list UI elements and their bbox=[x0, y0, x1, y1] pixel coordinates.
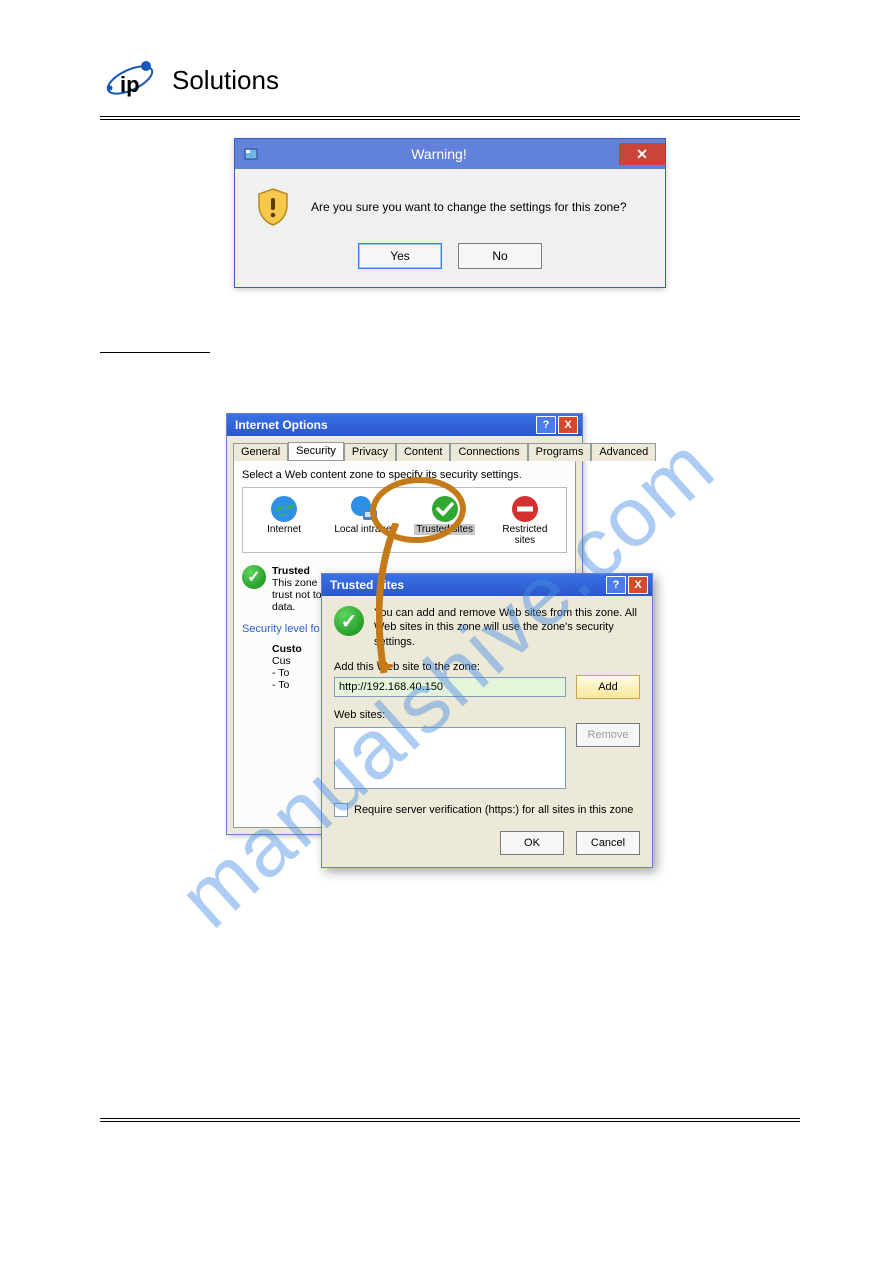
custom-heading: Custo bbox=[272, 643, 302, 655]
trusted-desc-2: trust not to bbox=[272, 589, 322, 601]
intranet-icon bbox=[349, 494, 379, 524]
ts-help-button[interactable]: ? bbox=[606, 576, 626, 594]
warning-message: Are you sure you want to change the sett… bbox=[311, 200, 627, 214]
zone-restricted[interactable]: Restricted sites bbox=[494, 494, 556, 546]
ts-add-button[interactable]: Add bbox=[576, 675, 640, 699]
titlebar-app-icon bbox=[243, 146, 259, 162]
zone-intranet[interactable]: Local intranet bbox=[333, 494, 395, 546]
trusted-desc-1: This zone bbox=[272, 577, 318, 589]
io-help-button[interactable]: ? bbox=[536, 416, 556, 434]
tab-connections[interactable]: Connections bbox=[450, 443, 527, 461]
close-icon: X bbox=[634, 579, 641, 591]
warning-close-button[interactable]: ✕ bbox=[619, 143, 665, 165]
ts-cancel-button-label: Cancel bbox=[591, 837, 625, 849]
ts-intro-text: You can add and remove Web sites from th… bbox=[374, 606, 640, 649]
ts-add-label: Add this Web site to the zone: bbox=[334, 661, 640, 673]
warning-shield-icon bbox=[255, 187, 291, 227]
tab-content[interactable]: Content bbox=[396, 443, 451, 461]
ts-remove-button: Remove bbox=[576, 723, 640, 747]
warning-dialog: Warning! ✕ Are you sure you want to chan… bbox=[234, 138, 666, 288]
io-titlebar: Internet Options ? X bbox=[227, 414, 582, 436]
ts-ok-button[interactable]: OK bbox=[500, 831, 564, 855]
footer-rule bbox=[100, 1118, 800, 1122]
close-icon: X bbox=[564, 419, 571, 431]
help-icon: ? bbox=[613, 579, 620, 591]
ip-logo-icon: ip bbox=[100, 50, 160, 110]
close-icon: ✕ bbox=[636, 146, 648, 163]
ts-require-verify-checkbox[interactable] bbox=[334, 803, 348, 817]
io-tabs: General Security Privacy Content Connect… bbox=[227, 436, 582, 460]
trusted-heading: Trusted bbox=[272, 565, 310, 577]
ts-require-verify-label: Require server verification (https:) for… bbox=[354, 804, 633, 816]
header-rule bbox=[100, 116, 800, 120]
ts-title: Trusted sites bbox=[330, 578, 404, 592]
trusted-sites-dialog: Trusted sites ? X ✓ You can add and remo… bbox=[321, 573, 653, 868]
no-button[interactable]: No bbox=[458, 243, 542, 269]
trusted-check-icon-large: ✓ bbox=[334, 606, 364, 636]
custom-line3: - To bbox=[272, 679, 289, 691]
ts-websites-label: Web sites: bbox=[334, 709, 640, 721]
io-close-button[interactable]: X bbox=[558, 416, 578, 434]
ts-websites-list[interactable] bbox=[334, 727, 566, 789]
svg-text:ip: ip bbox=[120, 72, 140, 97]
warning-title: Warning! bbox=[259, 146, 619, 162]
custom-line1: Cus bbox=[272, 655, 291, 667]
warning-titlebar: Warning! ✕ bbox=[235, 139, 665, 169]
ts-cancel-button[interactable]: Cancel bbox=[576, 831, 640, 855]
custom-line2: - To bbox=[272, 667, 289, 679]
zone-internet[interactable]: Internet bbox=[253, 494, 315, 546]
tab-programs[interactable]: Programs bbox=[528, 443, 592, 461]
trusted-desc-3: data. bbox=[272, 601, 295, 613]
ts-remove-button-label: Remove bbox=[588, 729, 629, 741]
page-header: ip Solutions bbox=[100, 50, 800, 110]
tab-general[interactable]: General bbox=[233, 443, 288, 461]
ts-titlebar: Trusted sites ? X bbox=[322, 574, 652, 596]
globe-icon bbox=[269, 494, 299, 524]
ts-url-input[interactable] bbox=[334, 677, 566, 697]
no-button-label: No bbox=[492, 249, 507, 263]
restricted-icon bbox=[510, 494, 540, 524]
brand-name: Solutions bbox=[172, 65, 279, 96]
ts-add-button-label: Add bbox=[598, 681, 618, 693]
tab-advanced[interactable]: Advanced bbox=[591, 443, 656, 461]
trusted-check-icon-large: ✓ bbox=[242, 565, 266, 589]
yes-button[interactable]: Yes bbox=[358, 243, 442, 269]
ts-ok-button-label: OK bbox=[524, 837, 540, 849]
ts-close-button[interactable]: X bbox=[628, 576, 648, 594]
section-underline bbox=[100, 352, 210, 353]
trusted-check-icon bbox=[430, 494, 460, 524]
yes-button-label: Yes bbox=[390, 249, 410, 263]
help-icon: ? bbox=[543, 419, 550, 431]
zone-trusted[interactable]: Trusted sites bbox=[414, 494, 476, 546]
tab-security[interactable]: Security bbox=[288, 442, 344, 460]
zone-selector: Internet Local intranet bbox=[242, 487, 567, 553]
io-select-zone-text: Select a Web content zone to specify its… bbox=[242, 469, 567, 481]
io-title: Internet Options bbox=[235, 418, 328, 432]
tab-privacy[interactable]: Privacy bbox=[344, 443, 396, 461]
